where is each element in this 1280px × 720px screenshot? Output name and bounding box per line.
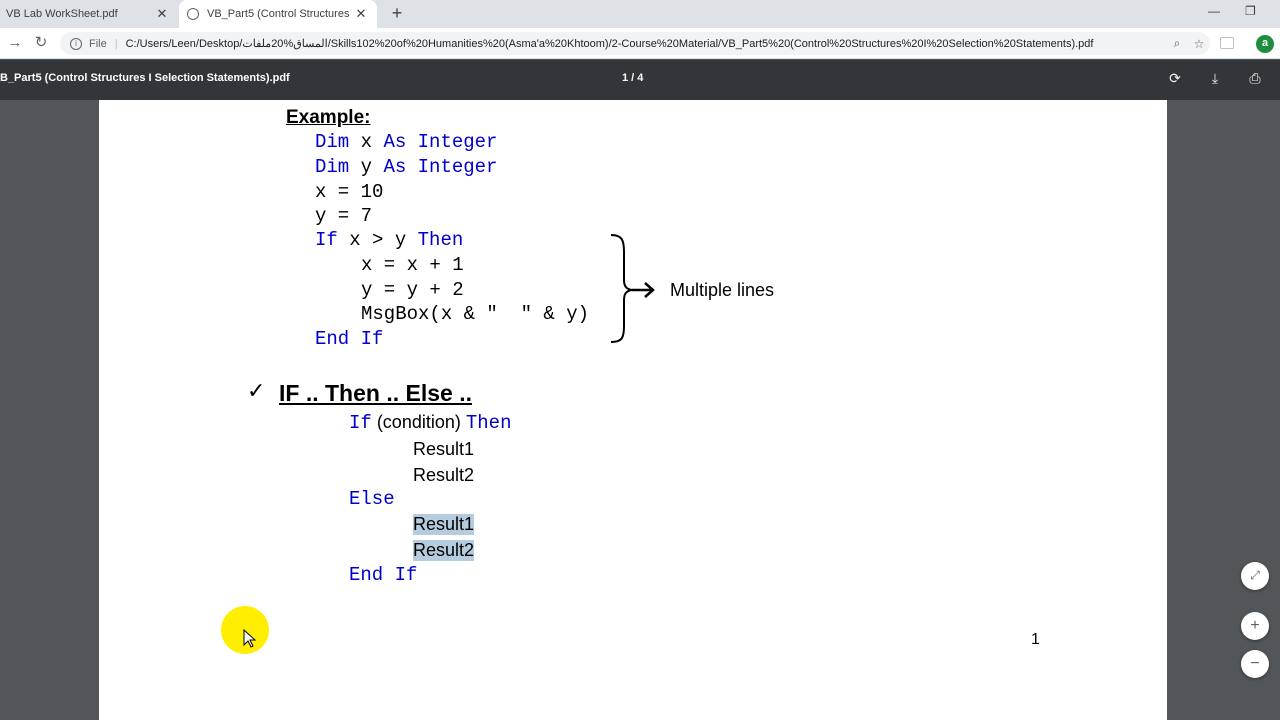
pdf-title: B_Part5 (Control Structures I Selection … <box>0 72 290 84</box>
separator: | <box>114 37 118 50</box>
url-text[interactable]: C:/Users/Leen/Desktop/المساق%20ملفات/Ski… <box>126 37 1166 50</box>
zoom-out-button[interactable]: − <box>1241 650 1269 678</box>
page-number: 1 <box>1031 631 1040 648</box>
fit-page-icon[interactable]: ⤢ <box>1241 562 1269 590</box>
keyword: Dim <box>315 156 350 178</box>
syntax-line: Else <box>349 488 395 510</box>
keyword: Then <box>417 229 464 251</box>
close-icon[interactable]: ✕ <box>351 6 371 22</box>
keyword: As Integer <box>383 156 498 178</box>
code-text: y <box>349 156 384 178</box>
annotation-label: Multiple lines <box>670 280 775 300</box>
browser-toolbar: → ↻ i File | C:/Users/Leen/Desktop/المسا… <box>0 28 1280 59</box>
code-text: x <box>349 131 384 153</box>
restore-icon[interactable]: ❐ <box>1245 4 1256 18</box>
code-line: End If <box>315 328 384 350</box>
extension-icon[interactable] <box>1220 37 1234 49</box>
syntax-line: If (condition) Then <box>349 412 511 434</box>
result-text-selected: Result1 <box>413 514 475 535</box>
example-heading: Example: <box>286 107 371 128</box>
tab-strip: VB Lab WorkSheet.pdf ✕ VB_Part5 (Control… <box>0 0 1280 28</box>
keyword: If <box>349 412 372 434</box>
if-then-else-heading: IF .. Then .. Else .. <box>279 380 472 406</box>
zoom-in-button[interactable]: + <box>1241 612 1269 640</box>
rotate-icon[interactable]: ⟳ <box>1165 70 1185 87</box>
tab-vb-part5[interactable]: VB_Part5 (Control Structures I Se ✕ <box>179 0 377 28</box>
code-line: y = 7 <box>315 205 373 227</box>
address-bar[interactable]: i File | C:/Users/Leen/Desktop/المساق%20… <box>60 32 1210 55</box>
zoom-icon[interactable]: ⌕ <box>1166 36 1188 51</box>
file-label: File <box>89 37 107 50</box>
result-text: Result2 <box>413 465 475 485</box>
page-indicator: 1 / 4 <box>622 72 644 84</box>
bookmark-star-icon[interactable]: ☆ <box>1188 37 1210 51</box>
code-line: Dim x As Integer <box>315 131 497 153</box>
code-line: y = y + 2 <box>361 279 464 301</box>
keyword: Then <box>465 412 512 434</box>
pdf-toolbar: B_Part5 (Control Structures I Selection … <box>0 60 1280 100</box>
result-text: Result1 <box>413 439 475 459</box>
condition-text: (condition) <box>371 412 466 432</box>
code-line: MsgBox(x & " " & y) <box>361 303 590 325</box>
info-icon[interactable]: i <box>70 37 82 50</box>
avatar[interactable]: a <box>1256 35 1274 53</box>
code-line: x = 10 <box>315 181 384 203</box>
tab-title: VB_Part5 (Control Structures I Se <box>207 8 351 20</box>
check-icon: ✓ <box>247 378 266 403</box>
code-line: x = x + 1 <box>361 254 464 276</box>
print-icon[interactable]: ⎙ <box>1245 70 1265 87</box>
reload-icon[interactable]: ↻ <box>31 33 51 53</box>
forward-icon[interactable]: → <box>5 33 25 53</box>
keyword: If <box>315 229 338 251</box>
tab-vb-lab-worksheet[interactable]: VB Lab WorkSheet.pdf ✕ <box>0 0 178 28</box>
keyword: Dim <box>315 131 350 153</box>
download-icon[interactable]: ⤓ <box>1205 70 1225 87</box>
code-line: If x > y Then <box>315 229 463 251</box>
globe-icon <box>187 8 199 20</box>
new-tab-button[interactable]: + <box>386 3 408 24</box>
syntax-line: End If <box>349 564 418 586</box>
result-text-selected: Result2 <box>413 540 475 561</box>
mouse-cursor-icon <box>243 629 257 648</box>
brace-arrow-icon <box>610 234 655 343</box>
code-text: x > y <box>337 229 418 251</box>
code-line: Dim y As Integer <box>315 156 497 178</box>
minimize-icon[interactable]: — <box>1208 4 1220 18</box>
keyword: As Integer <box>383 131 498 153</box>
tab-title: VB Lab WorkSheet.pdf <box>6 8 118 20</box>
close-icon[interactable]: ✕ <box>152 6 172 22</box>
